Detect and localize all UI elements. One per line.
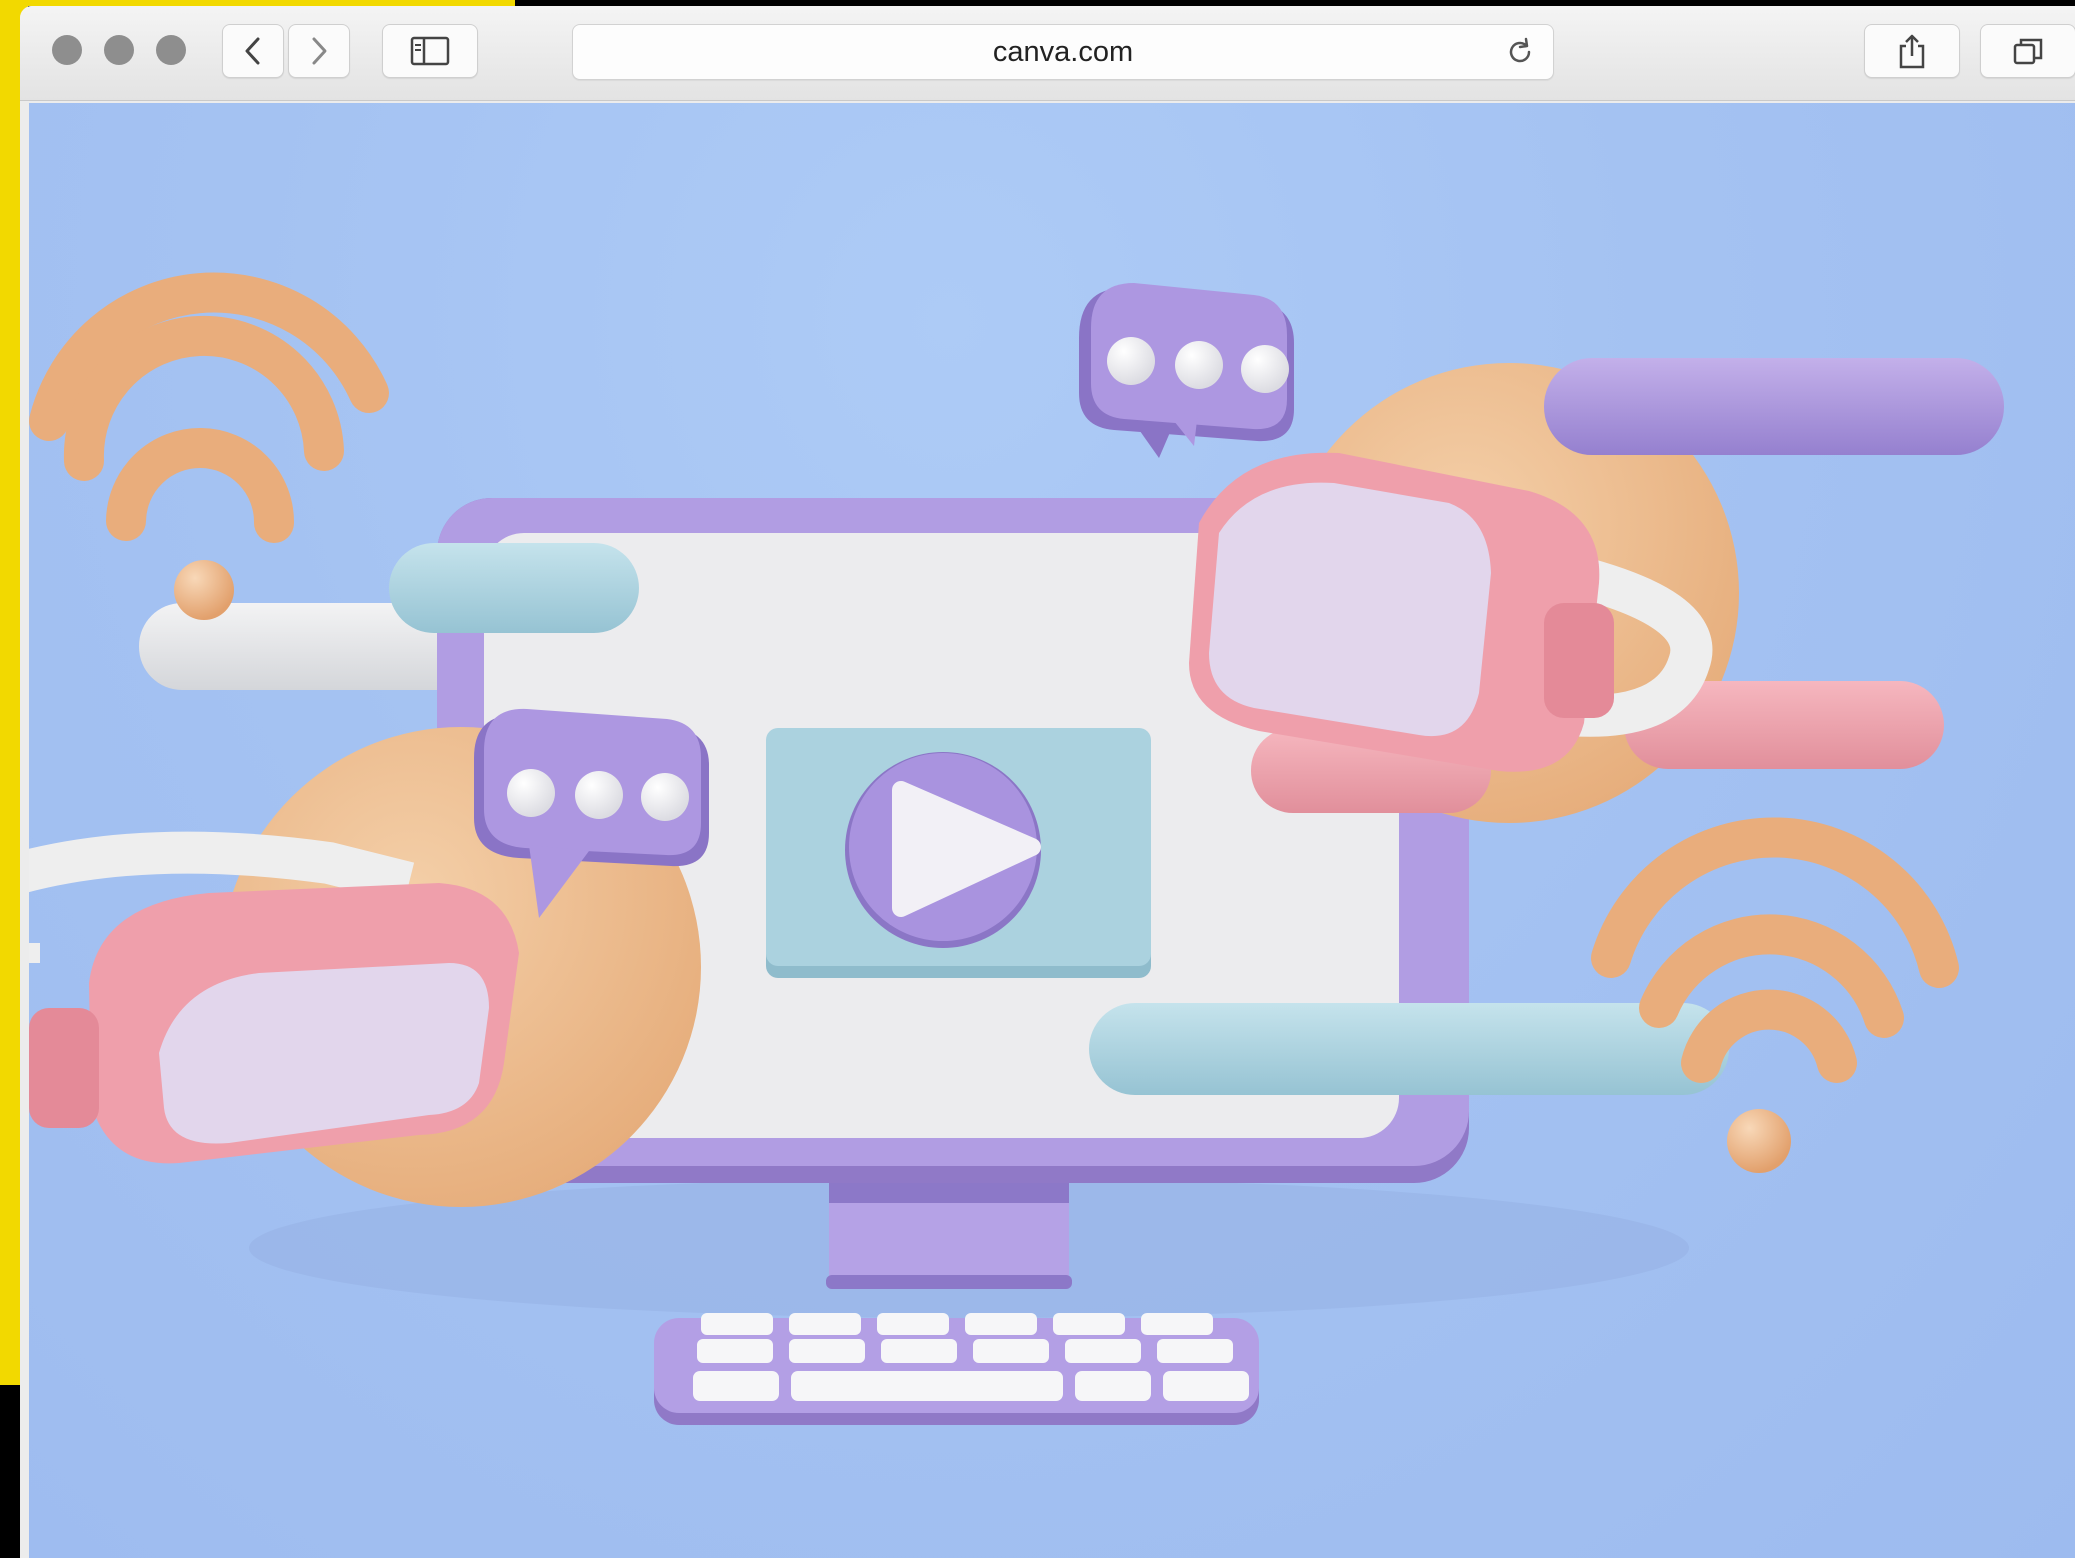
video-player xyxy=(766,728,1151,978)
share-button[interactable] xyxy=(1864,24,1960,78)
chat-bubble xyxy=(1079,283,1294,458)
wifi-icon xyxy=(29,272,389,620)
zoom-window-button[interactable] xyxy=(156,35,186,65)
url-text: canva.com xyxy=(992,36,1134,68)
sidebar-toggle-button[interactable] xyxy=(382,24,478,78)
page-content xyxy=(29,103,2075,1558)
browser-window: canva.com xyxy=(20,6,2075,1558)
chevron-left-icon xyxy=(245,37,260,65)
address-bar[interactable]: canva.com xyxy=(572,24,1554,80)
chevron-right-icon xyxy=(312,37,327,65)
purple-bar-top-right xyxy=(1544,358,2004,455)
share-icon xyxy=(1899,34,1925,69)
reload-icon[interactable] xyxy=(1505,37,1535,67)
tabs-icon xyxy=(2013,38,2043,65)
vr-headset xyxy=(29,831,519,1164)
minimize-window-button[interactable] xyxy=(104,35,134,65)
browser-toolbar: canva.com xyxy=(20,6,2075,101)
tabs-button[interactable] xyxy=(1980,24,2075,78)
sidebar-icon xyxy=(410,36,450,66)
forward-button[interactable] xyxy=(288,24,350,78)
close-window-button[interactable] xyxy=(52,35,82,65)
teal-bar-bottom xyxy=(1089,1003,1729,1095)
keyboard xyxy=(654,1313,1259,1425)
wifi-icon xyxy=(1591,817,1959,1173)
teal-bar-top xyxy=(389,543,639,633)
back-button[interactable] xyxy=(222,24,284,78)
illustration-canvas xyxy=(29,272,2004,1425)
